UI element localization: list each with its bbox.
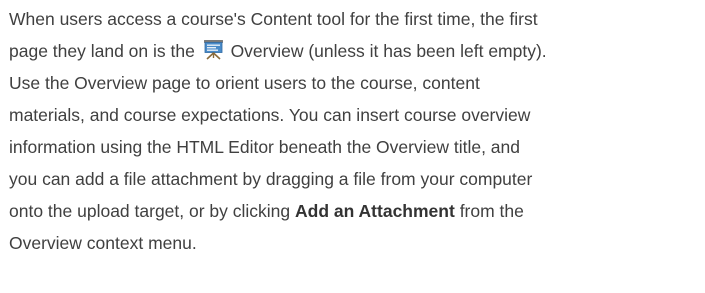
text-line: onto the upload target, or by clicking A… <box>9 195 699 227</box>
add-attachment-term: Add an Attachment <box>295 201 455 221</box>
body-paragraph: When users access a course's Content too… <box>9 3 699 259</box>
text-line: Use the Overview page to orient users to… <box>9 73 480 93</box>
text-fragment: from the <box>459 201 524 221</box>
text-line: page they land on is the Overview (unles… <box>9 35 699 67</box>
text-line: Overview context menu. <box>9 233 197 253</box>
overview-presentation-icon <box>203 40 223 60</box>
text-line: you can add a file attachment by draggin… <box>9 169 533 189</box>
text-fragment: Overview (unless it has been left empty)… <box>225 41 547 61</box>
text-line: information using the HTML Editor beneat… <box>9 137 521 157</box>
text-line: When users access a course's Content too… <box>9 9 538 29</box>
text-line: materials, and course expectations. You … <box>9 105 531 125</box>
text-fragment: onto the upload target, or by clicking <box>9 201 291 221</box>
text-fragment: page they land on is the <box>9 41 200 61</box>
